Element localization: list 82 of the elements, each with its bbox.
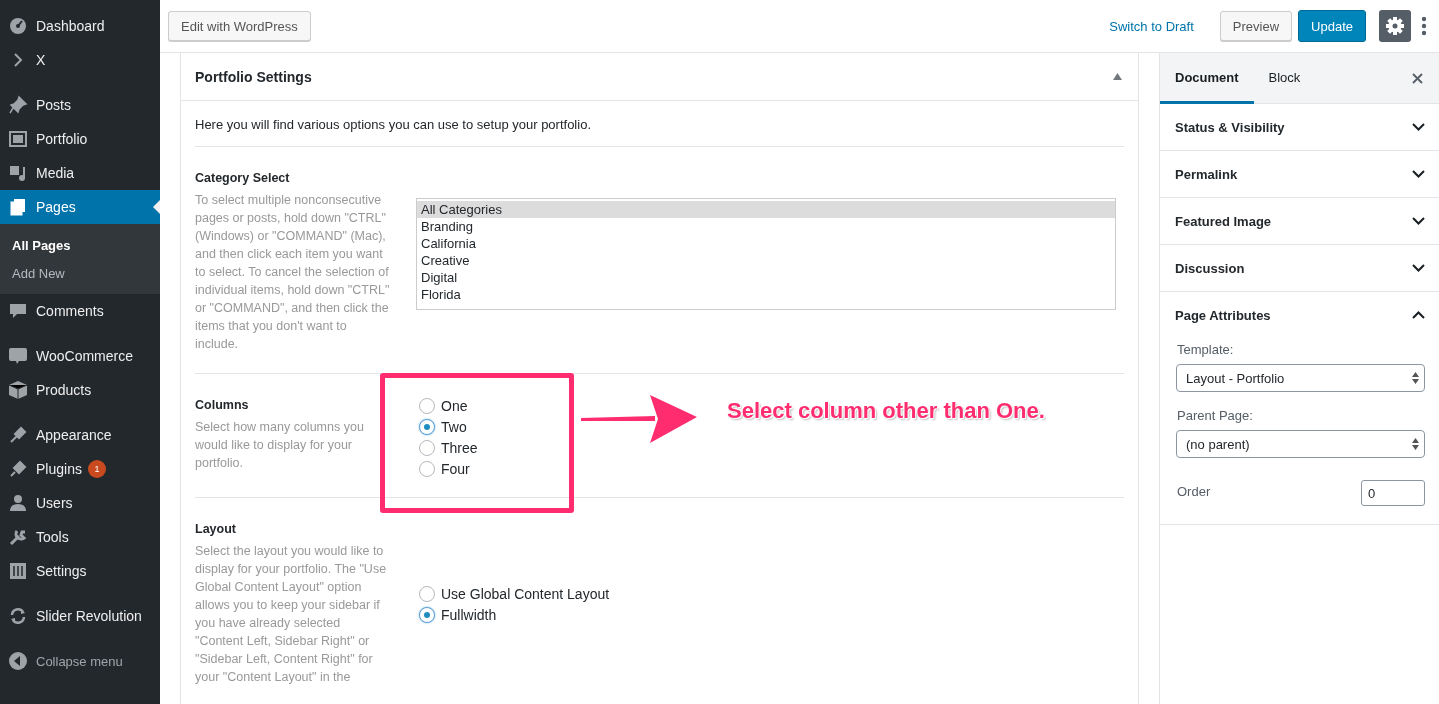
menu-item[interactable]: Dashboard [0, 9, 160, 43]
box-icon [8, 380, 28, 400]
menu-item[interactable]: Settings [0, 554, 160, 588]
radio-button[interactable] [419, 419, 435, 435]
panel-header[interactable]: Featured Image [1160, 198, 1439, 244]
menu-item[interactable]: Portfolio [0, 122, 160, 156]
update-button[interactable]: Update [1298, 10, 1366, 42]
field-label: Parent Page: [1177, 408, 1253, 423]
select-field[interactable]: Layout - Portfolio [1176, 364, 1425, 392]
menu-item[interactable]: Media [0, 156, 160, 190]
settings-icon [1385, 16, 1405, 36]
radio-button[interactable] [419, 398, 435, 414]
listbox-option[interactable]: Creative [417, 252, 1115, 269]
media-icon [8, 163, 28, 183]
menu-item[interactable]: Tools [0, 520, 160, 554]
radio-label: Four [441, 461, 470, 477]
menu-item[interactable]: Comments [0, 294, 160, 328]
panel-header[interactable]: Page Attributes [1160, 292, 1439, 338]
sidebar-tab[interactable]: Block [1253, 53, 1316, 104]
section-description: Select the layout you would like to display for your portfolio. The "Use Global Content Layout" option allows you to keep your sidebar if you have already selected "Content Left, Sidebar Right" or "Sidebar Left, Content Right" for your "Content Layout" in the [195, 543, 388, 686]
submenu-item[interactable]: Add New [0, 259, 77, 287]
menu-item[interactable]: WooCommerce [0, 339, 160, 373]
person-icon [8, 493, 28, 513]
refresh-icon [8, 606, 28, 626]
listbox-option[interactable]: Digital [417, 269, 1115, 286]
collapse-menu-button[interactable]: Collapse menu [0, 644, 160, 678]
listbox-option[interactable]: All Categories [417, 201, 1115, 218]
radio-label: One [441, 398, 468, 414]
radio-label: Use Global Content Layout [441, 585, 610, 602]
field-label: Template: [1177, 342, 1234, 357]
order-input[interactable]: 0 [1361, 480, 1425, 506]
radio-button[interactable] [419, 461, 435, 477]
update-count-badge: 1 [87, 460, 106, 478]
sidebar-tab[interactable]: Document [1160, 53, 1254, 104]
switch-to-draft-link[interactable]: Switch to Draft [1109, 18, 1194, 34]
pages-icon [8, 197, 28, 217]
submenu-item[interactable]: All Pages [0, 231, 83, 259]
sliders-icon [8, 561, 28, 581]
menu-item[interactable]: Plugins 1 [0, 452, 160, 486]
menu-item[interactable]: X [0, 43, 160, 77]
menu-item[interactable]: Slider Revolution [0, 599, 160, 633]
intro-text: Here you will find various options you can use to setup your portfolio. [195, 116, 591, 134]
menu-item[interactable]: Pages [0, 190, 160, 224]
close-icon[interactable] [1412, 72, 1423, 84]
more-options-icon[interactable] [1421, 16, 1427, 36]
gauge-icon [8, 16, 28, 36]
section-label: Columns [195, 398, 249, 412]
menu-item[interactable]: Appearance [0, 418, 160, 452]
listbox-option[interactable]: Florida [417, 286, 1115, 303]
listbox-option[interactable]: Branding [417, 218, 1115, 235]
select-field[interactable]: (no parent) [1176, 430, 1425, 458]
menu-item[interactable]: Users [0, 486, 160, 520]
image-icon [8, 129, 28, 149]
category-listbox[interactable]: All Categories Branding California Creative Digital Florida [416, 198, 1116, 310]
radio-button[interactable] [419, 440, 435, 456]
section-description: To select multiple nonconsecutive pages or posts, hold down "CTRL" (Windows) or "COMMAND" (Mac), and then click each item you want to select. To cancel the selection of individual items, hold down "CTRL" or "COMMAND", and then click the items that you don't want to include. [195, 192, 391, 353]
pin-icon [8, 95, 28, 115]
radio-label: Fullwidth [441, 606, 497, 623]
chat-bubble-icon [8, 346, 28, 366]
updown-arrows-icon [1412, 372, 1419, 384]
radio-button[interactable] [419, 606, 435, 623]
menu-item[interactable]: Posts [0, 88, 160, 122]
annotation-text: Select column other than One. [727, 398, 1045, 424]
metabox-title: Portfolio Settings [195, 68, 312, 85]
panel-header[interactable]: Discussion [1160, 245, 1439, 291]
radio-label: Two [441, 419, 467, 435]
listbox-option[interactable]: California [417, 235, 1115, 252]
section-description: Select how many columns you would like to display for your portfolio. [195, 419, 365, 472]
radio-button[interactable] [419, 585, 435, 602]
preview-button[interactable]: Preview [1219, 11, 1293, 41]
radio-label: Three [441, 440, 478, 456]
section-label: Layout [195, 522, 236, 536]
panel-header[interactable]: Permalink [1160, 151, 1439, 197]
updown-arrows-icon [1412, 438, 1419, 450]
edit-with-wordpress-button[interactable]: Edit with WordPress [168, 11, 311, 41]
panel-header[interactable]: Status & Visibility [1160, 104, 1439, 150]
menu-item[interactable]: Products [0, 373, 160, 407]
settings-button[interactable] [1379, 10, 1411, 42]
speech-bubble-icon [8, 301, 28, 321]
collapse-triangle-icon[interactable] [1113, 73, 1122, 80]
section-label: Category Select [195, 171, 290, 185]
field-label: Order [1177, 484, 1211, 499]
